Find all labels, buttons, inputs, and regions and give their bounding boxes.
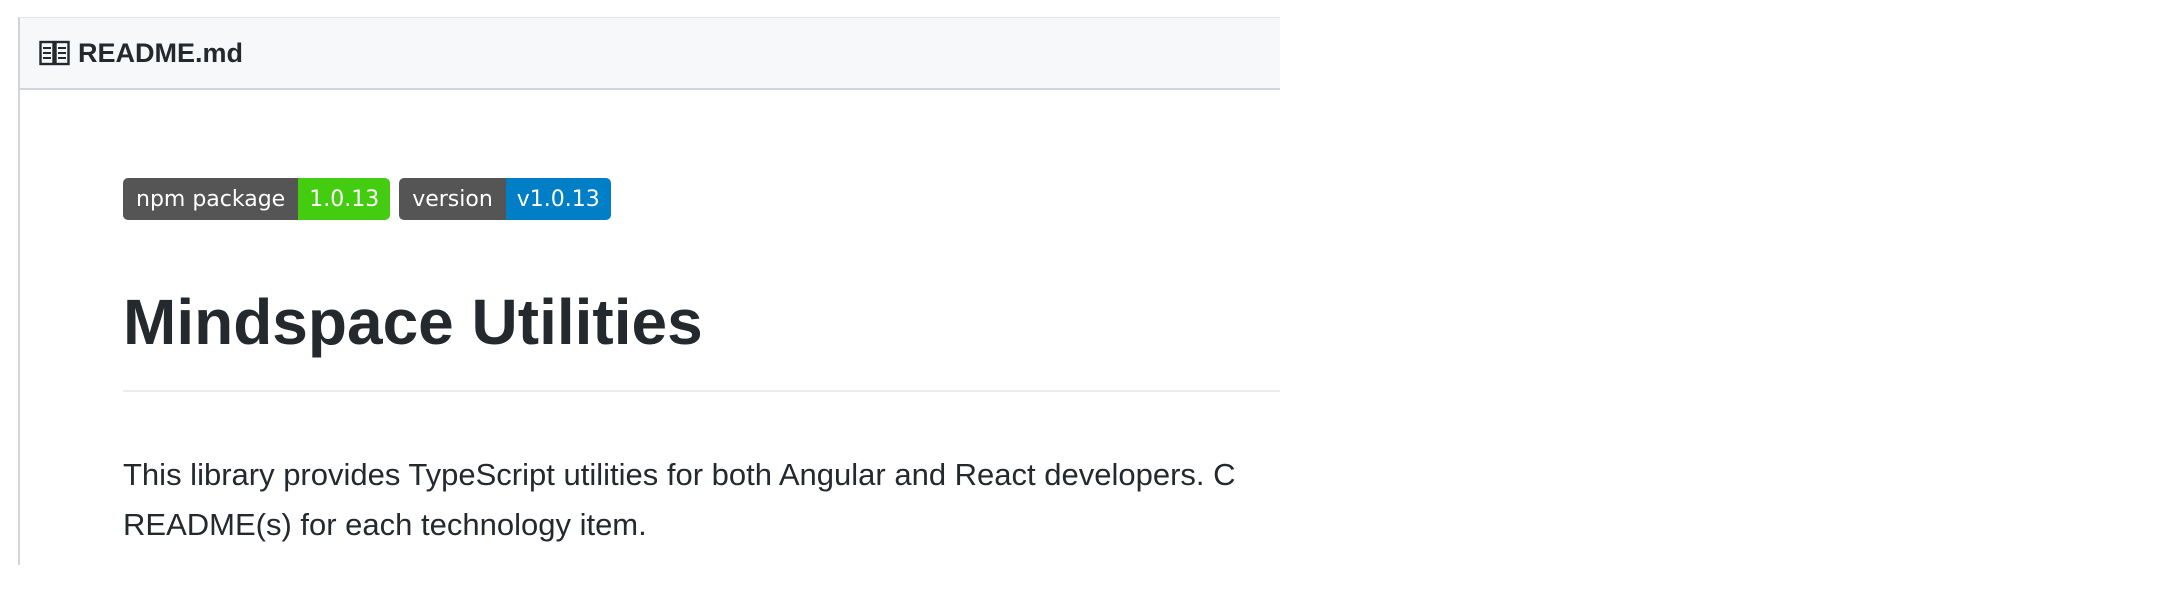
badge-value: v1.0.13: [505, 178, 611, 220]
description-line-2: README(s) for each technology item.: [123, 507, 647, 542]
title-divider: [123, 390, 1280, 392]
badge-value: 1.0.13: [298, 178, 391, 220]
page-title: Mindspace Utilities: [123, 286, 703, 358]
readme-header: README.md: [20, 18, 1280, 90]
readme-filename[interactable]: README.md: [78, 38, 243, 69]
book-icon: [39, 40, 70, 66]
readme-panel: README.md npm package 1.0.13 version v1.…: [18, 17, 1280, 565]
version-badge[interactable]: version v1.0.13: [399, 178, 611, 220]
description-paragraph: This library provides TypeScript utiliti…: [123, 450, 1280, 550]
badge-row: npm package 1.0.13 version v1.0.13: [123, 178, 611, 220]
badge-label: version: [399, 178, 506, 220]
npm-package-badge[interactable]: npm package 1.0.13: [123, 178, 391, 220]
description-line-1: This library provides TypeScript utiliti…: [123, 457, 1236, 492]
badge-label: npm package: [123, 178, 299, 220]
